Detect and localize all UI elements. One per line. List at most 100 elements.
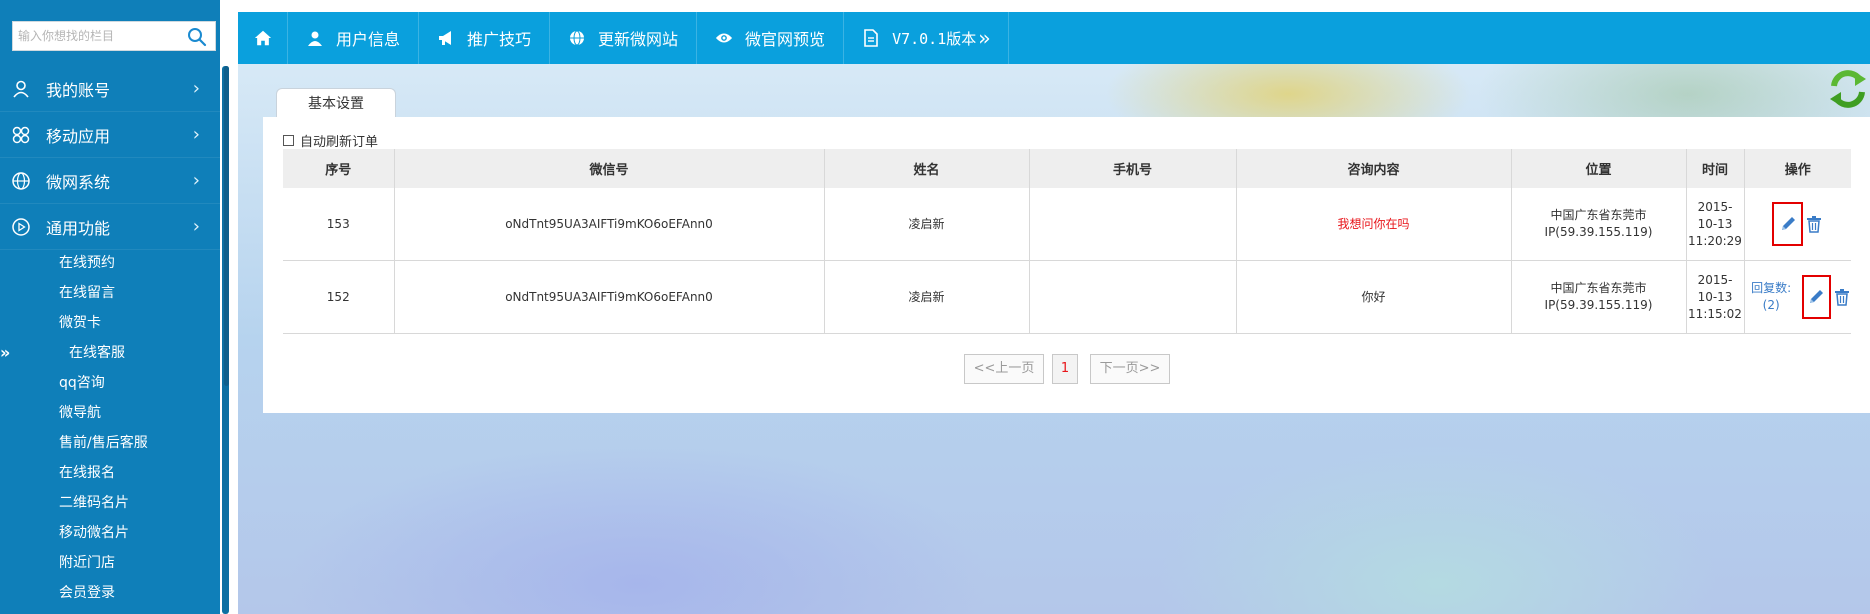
table-header-row: 序号 微信号 姓名 手机号 咨询内容 位置 时间 操作 — [283, 149, 1851, 188]
nav-home[interactable] — [238, 12, 288, 64]
submenu-item[interactable]: 在线报名 — [0, 458, 220, 488]
top-navigation: 用户信息 推广技巧 更新微网站 微官网预览 V7.0.1版本 » — [238, 12, 1870, 64]
pager-next-button[interactable]: 下一页>> — [1090, 354, 1170, 384]
sidebar-item-label: 微网系统 — [46, 172, 111, 192]
home-icon — [254, 29, 272, 47]
pencil-icon — [1781, 217, 1795, 230]
cell-id: 153 — [283, 188, 394, 261]
cell-phone — [1028, 188, 1236, 261]
nav-label: V7.0.1版本 — [892, 29, 977, 48]
play-circle-icon — [10, 216, 32, 238]
time-year: 2015- — [1697, 272, 1733, 287]
nav-update-site[interactable]: 更新微网站 — [550, 12, 698, 64]
cell-actions: 回复数:(2) — [1743, 260, 1852, 334]
nav-label: 更新微网站 — [598, 30, 679, 49]
edit-button[interactable] — [1801, 275, 1831, 319]
row-actions: 回复数:(2) — [1745, 261, 1852, 333]
cell-name: 凌启新 — [823, 188, 1029, 261]
double-chevron-right-icon: » — [978, 26, 991, 50]
double-chevron-right-icon: » — [0, 343, 11, 362]
chevron-right-icon: › — [192, 216, 200, 237]
nav-promotion-tips[interactable]: 推广技巧 — [419, 12, 551, 64]
tab-basic-settings[interactable]: 基本设置 — [276, 88, 396, 118]
search-icon[interactable] — [187, 27, 207, 47]
user-icon — [10, 78, 32, 100]
pencil-icon — [1810, 290, 1824, 303]
auto-refresh-checkbox[interactable] — [283, 135, 294, 146]
time-clock: 11:15:02 — [1688, 306, 1742, 321]
chevron-right-icon: › — [192, 78, 200, 99]
cell-content: 你好 — [1235, 260, 1511, 334]
submenu-item[interactable]: 附近门店 — [0, 548, 220, 578]
cell-location: 中国广东省东莞市 IP(59.39.155.119) — [1510, 260, 1686, 334]
column-header: 位置 — [1510, 149, 1686, 188]
globe-icon — [10, 170, 32, 192]
cell-wechat: oNdTnt95UA3AIFTi9mKO6oEFAnn0 — [393, 260, 824, 334]
location-text: 中国广东省东莞市 — [1550, 281, 1647, 295]
trash-icon — [1807, 216, 1822, 233]
sidebar: 我的账号 › 移动应用 › 微网系统 › 通用功能 › 在线预约 在线留言 微贺… — [0, 0, 220, 614]
location-ip: IP(59.39.155.119) — [1544, 225, 1653, 239]
column-header: 序号 — [283, 149, 394, 188]
sidebar-item-label: 通用功能 — [46, 218, 111, 238]
nav-user-info[interactable]: 用户信息 — [288, 12, 420, 64]
globe-icon — [568, 29, 586, 47]
column-header: 时间 — [1685, 149, 1744, 188]
trash-icon — [1835, 289, 1849, 306]
user-icon — [306, 29, 324, 47]
nav-label: 用户信息 — [336, 30, 401, 49]
column-header: 手机号 — [1028, 149, 1236, 188]
submenu-item[interactable]: 微贺卡 — [0, 308, 220, 338]
time-clock: 11:20:29 — [1688, 233, 1742, 248]
sidebar-item-my-account[interactable]: 我的账号 › — [0, 66, 220, 112]
edit-button[interactable] — [1772, 202, 1804, 246]
reply-count-link[interactable]: 回复数:(2) — [1745, 280, 1798, 314]
cell-name: 凌启新 — [823, 260, 1029, 334]
chevron-right-icon: › — [192, 124, 200, 145]
submenu-item[interactable]: 二维码名片 — [0, 488, 220, 518]
sidebar-item-general[interactable]: 通用功能 › — [0, 204, 220, 250]
pager-prev-button[interactable]: <<上一页 — [964, 354, 1044, 384]
submenu-item-active[interactable]: » 在线客服 — [0, 338, 220, 368]
auto-refresh-label: 自动刷新订单 — [300, 135, 379, 150]
column-header: 咨询内容 — [1235, 149, 1511, 188]
delete-button[interactable] — [1805, 215, 1823, 233]
chevron-right-icon: › — [192, 170, 200, 191]
megaphone-icon — [437, 29, 455, 47]
auto-refresh-toggle[interactable]: 自动刷新订单 — [283, 131, 378, 150]
column-header: 操作 — [1743, 149, 1851, 188]
column-header: 微信号 — [393, 149, 824, 188]
cell-time: 2015- 10-13 11:15:02 — [1685, 260, 1744, 334]
nav-site-preview[interactable]: 微官网预览 — [697, 12, 845, 64]
cell-location: 中国广东省东莞市 IP(59.39.155.119) — [1510, 188, 1686, 261]
submenu-item[interactable]: 在线预约 — [0, 248, 220, 278]
apps-icon — [10, 124, 32, 146]
submenu-item[interactable]: 移动微名片 — [0, 518, 220, 548]
column-header: 姓名 — [823, 149, 1029, 188]
cell-id: 152 — [283, 260, 394, 334]
delete-button[interactable] — [1833, 288, 1851, 306]
cell-actions — [1743, 188, 1851, 261]
search-input[interactable] — [13, 22, 183, 50]
sidebar-item-micro-site[interactable]: 微网系统 › — [0, 158, 220, 204]
pager-current-page[interactable]: 1 — [1052, 354, 1078, 384]
nav-label: 微官网预览 — [745, 30, 826, 49]
submenu-item[interactable]: 微导航 — [0, 398, 220, 428]
refresh-icon[interactable] — [1826, 66, 1870, 112]
submenu-item[interactable]: 在线留言 — [0, 278, 220, 308]
submenu-item[interactable]: 会员登录 — [0, 578, 220, 608]
location-ip: IP(59.39.155.119) — [1544, 298, 1653, 312]
sidebar-scrollbar-thumb[interactable] — [224, 66, 229, 386]
submenu-item[interactable]: qq咨询 — [0, 368, 220, 398]
time-year: 2015- — [1697, 199, 1733, 214]
sidebar-item-label: 我的账号 — [46, 80, 111, 100]
cell-time: 2015- 10-13 11:20:29 — [1685, 188, 1744, 261]
document-icon — [862, 29, 880, 47]
nav-version[interactable]: V7.0.1版本 » — [844, 12, 1010, 64]
sidebar-item-mobile-apps[interactable]: 移动应用 › — [0, 112, 220, 158]
sidebar-item-label: 移动应用 — [46, 126, 111, 146]
eye-icon — [715, 29, 733, 47]
location-text: 中国广东省东莞市 — [1550, 208, 1647, 222]
sidebar-search — [12, 21, 216, 51]
submenu-item[interactable]: 售前/售后客服 — [0, 428, 220, 458]
